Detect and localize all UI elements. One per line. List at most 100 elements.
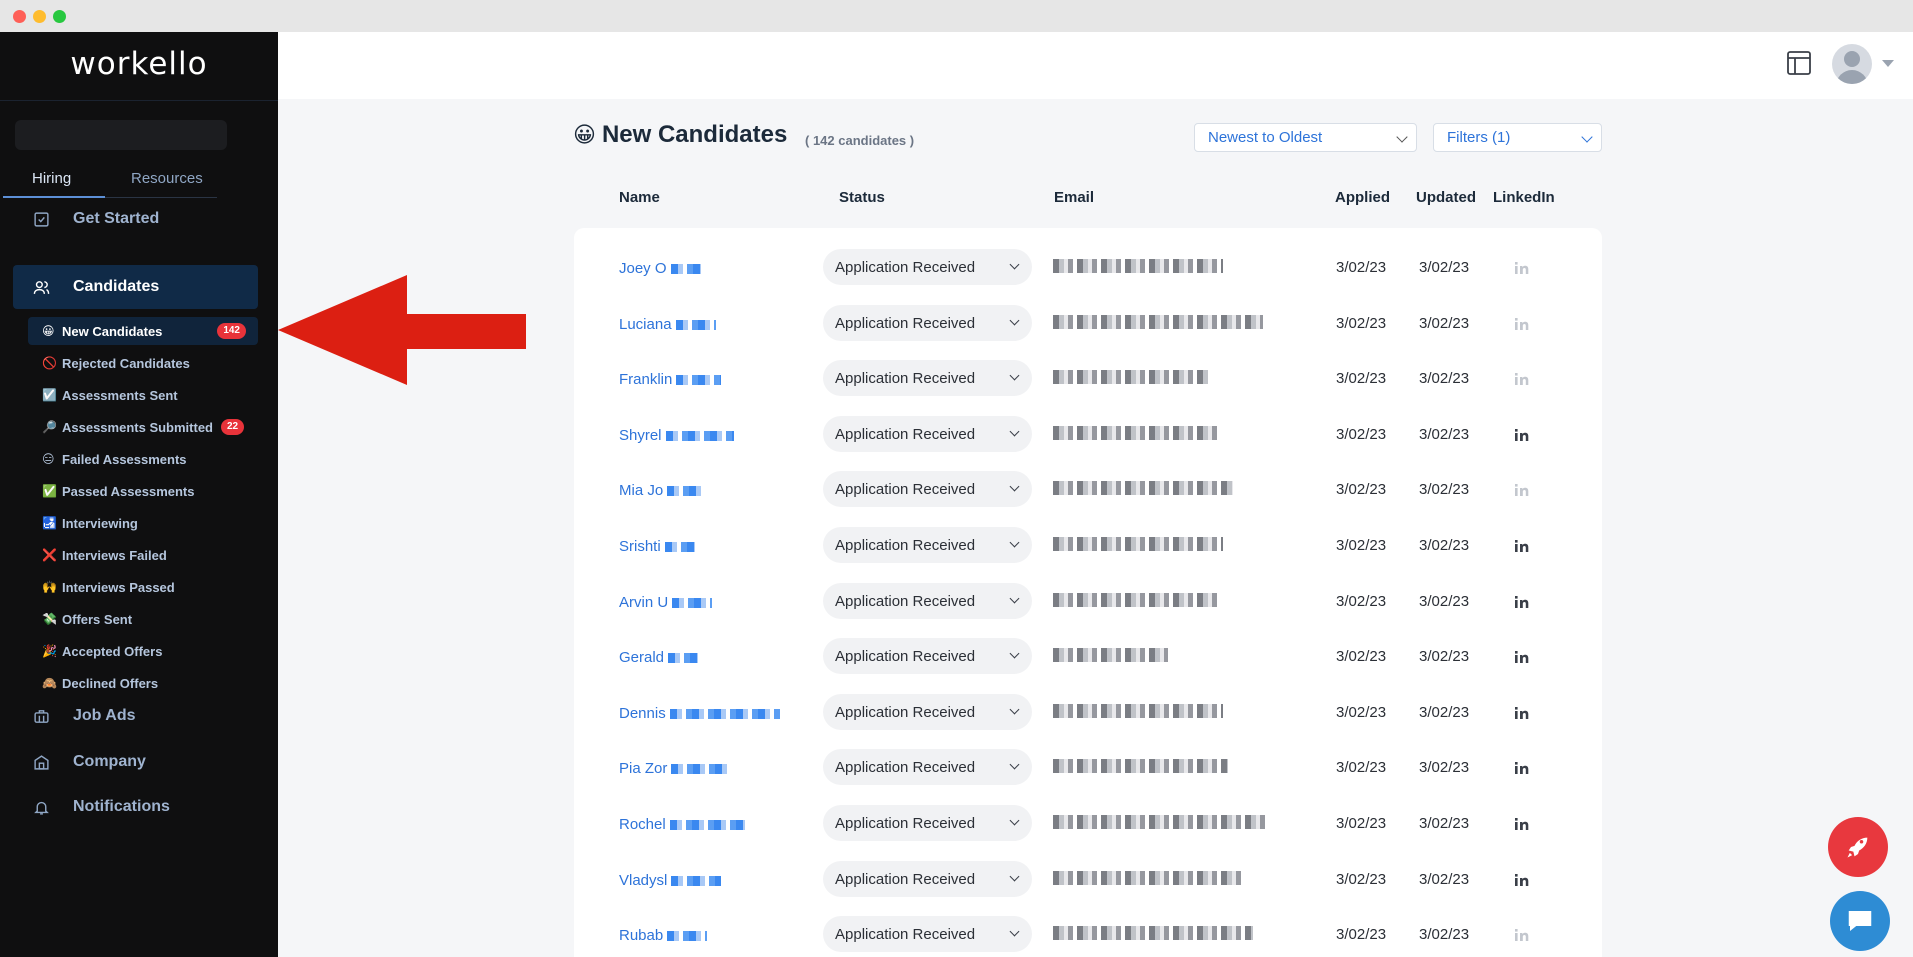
linkedin-icon[interactable] (1514, 928, 1532, 942)
rocket-icon (1847, 837, 1868, 858)
sidebar-search-bar[interactable] (15, 120, 227, 150)
linkedin-icon[interactable] (1514, 261, 1532, 275)
tab-hiring[interactable]: Hiring (32, 170, 71, 187)
candidate-name-link[interactable]: Rubab (619, 927, 708, 944)
status-select[interactable]: Application Received (823, 360, 1032, 396)
window-close-button[interactable] (13, 10, 26, 23)
linkedin-icon[interactable] (1514, 706, 1532, 720)
candidate-name-link[interactable]: Rochel (619, 816, 745, 833)
linkedin-icon[interactable] (1514, 483, 1532, 497)
magnifier-icon: 🔎 (42, 420, 57, 434)
filter-accepted-offers[interactable]: 🎉 Accepted Offers (28, 637, 258, 665)
linkedin-icon[interactable] (1514, 650, 1532, 664)
linkedin-icon[interactable] (1514, 817, 1532, 831)
filter-interviews-passed[interactable]: 🙌 Interviews Passed (28, 573, 258, 601)
status-select[interactable]: Application Received (823, 249, 1032, 285)
candidate-name-link[interactable]: Joey O (619, 260, 701, 277)
status-select[interactable]: Application Received (823, 416, 1032, 452)
chevron-down-icon (1009, 481, 1020, 492)
table-row[interactable]: Luciana Application Received 3/02/23 3/02/2… (574, 295, 1602, 350)
table-row[interactable]: Joey O Application Received 3/02/23 3/02/23 (574, 239, 1602, 294)
filter-interviews-failed[interactable]: ❌ Interviews Failed (28, 541, 258, 569)
nav-get-started[interactable]: Get Started (13, 197, 258, 241)
linkedin-icon[interactable] (1514, 761, 1532, 775)
table-row[interactable]: Franklin Application Received 3/02/23 3/02/… (574, 350, 1602, 405)
table-row[interactable]: Dennis Application Received 3/02/23 3/02/23 (574, 684, 1602, 739)
nav-company[interactable]: Company (13, 740, 258, 784)
candidate-name-link[interactable]: Pia Zor (619, 760, 732, 777)
window-maximize-button[interactable] (53, 10, 66, 23)
nav-job-ads[interactable]: Job Ads (13, 694, 258, 738)
column-header-name[interactable]: Name (619, 189, 660, 206)
status-select[interactable]: Application Received (823, 694, 1032, 730)
nav-label: Company (73, 753, 146, 770)
candidate-count: ( 142 candidates ) (805, 133, 915, 148)
candidate-name-link[interactable]: Luciana (619, 316, 716, 333)
table-row[interactable]: Rochel Application Received 3/02/23 3/02/23 (574, 795, 1602, 850)
nav-notifications[interactable]: Notifications (13, 785, 258, 829)
linkedin-icon[interactable] (1514, 595, 1532, 609)
sort-select[interactable]: Newest to Oldest (1194, 123, 1417, 152)
chat-button[interactable] (1830, 891, 1890, 951)
candidate-name: Rochel (619, 816, 666, 833)
table-row[interactable]: Srishti Application Received 3/02/23 3/02/2… (574, 517, 1602, 572)
status-select[interactable]: Application Received (823, 638, 1032, 674)
linkedin-icon[interactable] (1514, 372, 1532, 386)
table-row[interactable]: Mia Jo Application Received 3/02/23 3/02/23 (574, 461, 1602, 516)
filter-assessments-sent[interactable]: ☑️ Assessments Sent (28, 381, 258, 409)
filter-new-candidates[interactable]: 😀 New Candidates 142 (28, 317, 258, 345)
filter-interviewing[interactable]: 🛃 Interviewing (28, 509, 258, 537)
table-row[interactable]: Gerald Application Received 3/02/23 3/02/23 (574, 628, 1602, 683)
linkedin-icon[interactable] (1514, 428, 1532, 442)
filter-offers-sent[interactable]: 💸 Offers Sent (28, 605, 258, 633)
chevron-down-icon[interactable] (1882, 60, 1894, 67)
column-header-updated[interactable]: Updated (1416, 189, 1476, 206)
status-select[interactable]: Application Received (823, 471, 1032, 507)
chevron-down-icon (1396, 131, 1408, 143)
status-select[interactable]: Application Received (823, 305, 1032, 341)
candidate-name-link[interactable]: Vladysl (619, 872, 722, 889)
table-row[interactable]: Shyrel Application Received 3/02/23 3/02/23 (574, 406, 1602, 461)
column-header-status[interactable]: Status (839, 189, 885, 206)
status-select[interactable]: Application Received (823, 749, 1032, 785)
column-header-applied[interactable]: Applied (1335, 189, 1390, 206)
filter-passed-assessments[interactable]: ✅ Passed Assessments (28, 477, 258, 505)
filter-declined-offers[interactable]: 🙈 Declined Offers (28, 669, 258, 697)
candidate-name-link[interactable]: Gerald (619, 649, 699, 666)
status-select[interactable]: Application Received (823, 861, 1032, 897)
linkedin-icon[interactable] (1514, 873, 1532, 887)
status-select[interactable]: Application Received (823, 583, 1032, 619)
window-minimize-button[interactable] (33, 10, 46, 23)
column-header-email[interactable]: Email (1054, 189, 1094, 206)
status-value: Application Received (835, 369, 976, 387)
candidate-name-link[interactable]: Franklin (619, 371, 722, 388)
linkedin-icon[interactable] (1514, 317, 1532, 331)
linkedin-icon[interactable] (1514, 539, 1532, 553)
app-logo[interactable]: workello (0, 46, 278, 82)
candidate-name-link[interactable]: Srishti (619, 538, 695, 555)
party-popper-icon: 🎉 (42, 644, 57, 658)
status-select[interactable]: Application Received (823, 916, 1032, 952)
table-row[interactable]: Rubab Application Received 3/02/23 3/02/23 (574, 906, 1602, 957)
candidate-name-link[interactable]: Shyrel (619, 427, 734, 444)
filter-failed-assessments[interactable]: 😑 Failed Assessments (28, 445, 258, 473)
column-header-linkedin[interactable]: LinkedIn (1493, 189, 1555, 206)
filter-rejected-candidates[interactable]: 🚫 Rejected Candidates (28, 349, 258, 377)
status-select[interactable]: Application Received (823, 805, 1032, 841)
layout-icon[interactable] (1786, 50, 1812, 76)
redacted-name (671, 764, 732, 775)
filter-assessments-submitted[interactable]: 🔎 Assessments Submitted 22 (28, 413, 258, 441)
tab-resources[interactable]: Resources (131, 170, 203, 187)
candidate-name-link[interactable]: Arvin U (619, 594, 713, 611)
page-title: 😀 New Candidates (573, 121, 787, 149)
table-row[interactable]: Pia Zor Application Received 3/02/23 3/02/2… (574, 739, 1602, 794)
status-select[interactable]: Application Received (823, 527, 1032, 563)
table-row[interactable]: Arvin U Application Received 3/02/23 3/02/2… (574, 573, 1602, 628)
nav-candidates[interactable]: Candidates (13, 265, 258, 309)
table-row[interactable]: Vladysl Application Received 3/02/23 3/02/2… (574, 851, 1602, 906)
candidate-name-link[interactable]: Dennis (619, 705, 780, 722)
rocket-button[interactable] (1828, 817, 1888, 877)
candidate-name-link[interactable]: Mia Jo (619, 482, 703, 499)
user-avatar[interactable] (1832, 44, 1872, 84)
filters-select[interactable]: Filters (1) (1433, 123, 1602, 152)
